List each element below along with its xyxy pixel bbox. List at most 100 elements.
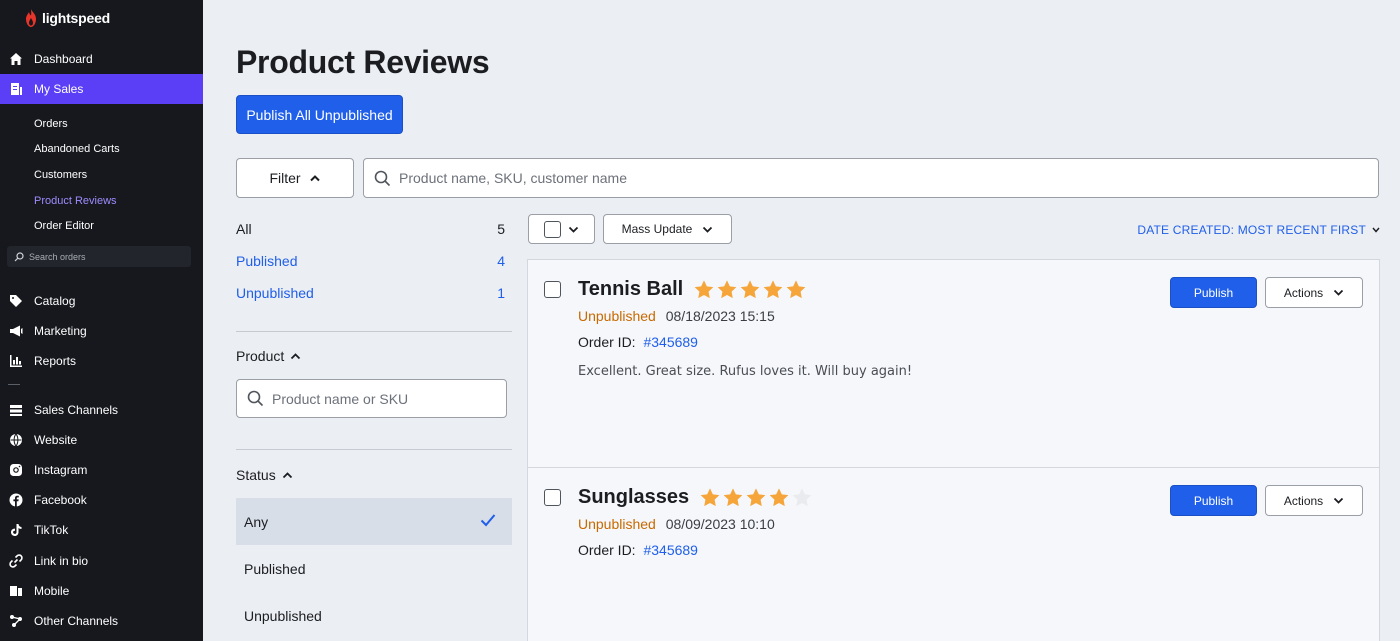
order-id-link[interactable]: #345689: [643, 542, 698, 558]
sidebar-item-label: Sales Channels: [34, 403, 119, 417]
filter-published[interactable]: Published 4: [236, 253, 505, 269]
publish-all-unpublished-button[interactable]: Publish All Unpublished: [236, 95, 403, 134]
sidebar-item-label: Website: [34, 433, 78, 447]
brand-name: lightspeed: [42, 10, 111, 26]
instagram-icon: [9, 463, 23, 477]
brand-logo[interactable]: lightspeed: [25, 8, 110, 28]
sidebar-item-marketing[interactable]: Marketing: [0, 316, 203, 346]
status-filter-toggle[interactable]: Status: [236, 467, 293, 483]
star-filled-icon: [769, 487, 789, 506]
product-search-input[interactable]: [272, 390, 492, 407]
review-search-input[interactable]: [399, 170, 1299, 186]
review-date: 08/18/2023 15:15: [665, 308, 775, 324]
order-id-label: Order ID:: [578, 334, 636, 350]
status-option-published[interactable]: Published: [236, 545, 512, 592]
filter-unpublished-count: 1: [497, 285, 505, 301]
publish-review-button[interactable]: Publish: [1170, 485, 1257, 516]
sidebar-item-label: Catalog: [34, 294, 76, 308]
sidebar-item-catalog[interactable]: Catalog: [0, 286, 203, 316]
review-select-checkbox[interactable]: [544, 281, 561, 298]
review-status: Unpublished: [578, 308, 656, 324]
review-date: 08/09/2023 10:10: [665, 516, 775, 532]
star-filled-icon: [700, 487, 720, 506]
review-actions-button[interactable]: Actions: [1265, 485, 1363, 516]
sidebar-item-label: Other Channels: [34, 614, 119, 628]
sidebar-subitem-orders[interactable]: Orders: [34, 118, 68, 130]
sidebar-item-label: Link in bio: [34, 554, 89, 568]
mass-update-button[interactable]: Mass Update: [603, 214, 732, 244]
sidebar-item-label: Instagram: [34, 463, 88, 477]
sidebar-item-label: Facebook: [34, 493, 87, 507]
sidebar-item-website[interactable]: Website: [0, 425, 203, 455]
product-search[interactable]: [236, 379, 507, 418]
chevron-up-icon: [282, 471, 292, 478]
filter-all[interactable]: All 5: [236, 221, 505, 237]
review-actions-button[interactable]: Actions: [1265, 277, 1363, 308]
sidebar-item-my-sales[interactable]: My Sales: [0, 74, 203, 104]
sidebar-item-instagram[interactable]: Instagram: [0, 455, 203, 485]
select-all-checkbox[interactable]: [544, 220, 561, 238]
product-filter-heading: Product: [236, 348, 285, 364]
sidebar-item-dashboard[interactable]: Dashboard: [0, 44, 203, 74]
mobile-icon: [9, 584, 23, 598]
status-option-any[interactable]: Any: [236, 498, 512, 545]
tiktok-icon: [9, 523, 23, 537]
sidebar-item-link-in-bio[interactable]: Link in bio: [0, 546, 203, 576]
chevron-down-icon: [1334, 497, 1344, 504]
sidebar-item-mobile[interactable]: Mobile: [0, 576, 203, 606]
review-search[interactable]: [363, 158, 1379, 198]
sidebar-item-label: TikTok: [34, 523, 69, 537]
checkmark-icon: [480, 514, 496, 527]
status-option-label: Any: [244, 513, 269, 530]
filter-label: Filter: [269, 170, 301, 186]
product-filter-toggle[interactable]: Product: [236, 348, 301, 364]
sidebar-item-facebook[interactable]: Facebook: [0, 485, 203, 515]
order-id-link[interactable]: #345689: [643, 334, 698, 350]
publish-review-button[interactable]: Publish: [1170, 277, 1257, 308]
star-rating: [693, 279, 807, 301]
review-status: Unpublished: [578, 516, 656, 532]
sidebar-search-input[interactable]: [29, 251, 189, 262]
star-filled-icon: [746, 487, 766, 506]
review-select-checkbox[interactable]: [544, 489, 561, 506]
sidebar-subitem-order-editor[interactable]: Order Editor: [34, 220, 94, 232]
filter-unpublished-label: Unpublished: [236, 285, 314, 301]
search-icon: [14, 251, 24, 261]
sort-dropdown[interactable]: DATE CREATED: MOST RECENT FIRST: [1137, 223, 1380, 237]
filter-published-label: Published: [236, 253, 298, 269]
facebook-icon: [9, 493, 23, 507]
sidebar-subitem-product-reviews[interactable]: Product Reviews: [34, 195, 117, 207]
sidebar-search[interactable]: [7, 246, 191, 267]
chevron-down-icon: [1372, 227, 1380, 233]
chevron-down-icon: [1334, 289, 1344, 296]
actions-label: Actions: [1283, 285, 1324, 300]
flame-icon: [26, 9, 36, 27]
filter-unpublished[interactable]: Unpublished 1: [236, 285, 505, 301]
sidebar-item-reports[interactable]: Reports: [0, 346, 203, 376]
review-meta: Unpublished 08/09/2023 10:10: [578, 516, 775, 532]
filter-toggle-button[interactable]: Filter: [236, 158, 354, 198]
order-id-label: Order ID:: [578, 542, 636, 558]
home-icon: [9, 52, 23, 66]
review-text: Excellent. Great size. Rufus loves it. W…: [578, 364, 913, 379]
star-filled-icon: [740, 279, 760, 298]
search-icon: [374, 170, 391, 186]
sidebar-subitem-abandoned-carts[interactable]: Abandoned Carts: [34, 143, 120, 155]
sidebar-item-sales-channels[interactable]: Sales Channels: [0, 395, 203, 425]
review-title: Tennis Ball: [578, 278, 807, 301]
chevron-down-icon: [703, 226, 713, 233]
chevron-up-icon: [291, 352, 301, 359]
star-filled-icon: [763, 279, 783, 298]
actions-label: Actions: [1283, 493, 1324, 508]
chevron-up-icon: [309, 175, 320, 182]
sidebar-item-tiktok[interactable]: TikTok: [0, 515, 203, 545]
chart-icon: [9, 354, 23, 368]
sidebar-item-other-channels[interactable]: Other Channels: [0, 606, 203, 636]
channels-icon: [9, 403, 23, 417]
status-option-unpublished[interactable]: Unpublished: [236, 592, 512, 639]
sidebar-divider: [8, 384, 20, 385]
sidebar-subitem-customers[interactable]: Customers: [34, 169, 87, 181]
bulk-select-dropdown[interactable]: [528, 214, 595, 244]
chevron-down-icon: [568, 226, 579, 233]
sales-icon: [9, 82, 23, 96]
